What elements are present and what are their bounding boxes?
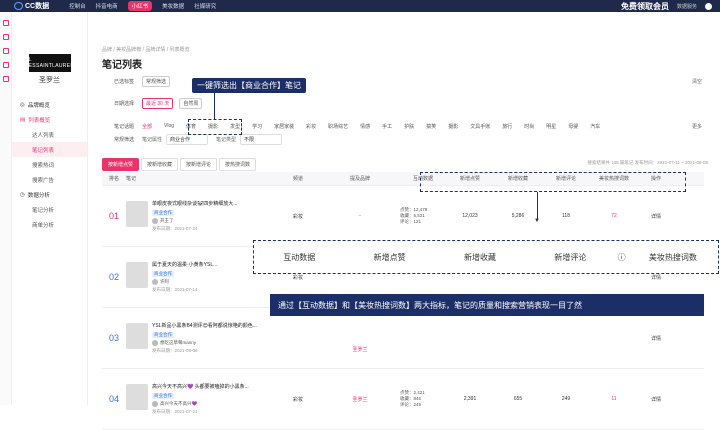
topic-item[interactable]: 家居家装	[274, 123, 294, 130]
overview-icon: ◎	[20, 101, 25, 108]
rail-list-icon[interactable]	[3, 34, 9, 40]
topic-item[interactable]: Vlog	[164, 123, 174, 129]
filter-date: 日期选择 最近 30 天 自然周	[102, 96, 702, 110]
note-title[interactable]: 单眼皮夜式眼线杂谈🐼四步精细放大...	[152, 201, 237, 208]
app-logo[interactable]: CC数据	[14, 1, 49, 11]
brand-name: 圣罗兰	[39, 77, 60, 84]
user-avatar[interactable]	[705, 2, 712, 10]
top-nav-bar: CC数据 控制台 抖音电商 小红书 美妆数据 社媒研究 免费领取会员 数据服务	[0, 0, 720, 12]
nav-beauty[interactable]: 美妆数据	[162, 2, 184, 10]
left-icon-rail	[0, 12, 12, 405]
result-meta: 搜索结果共 105 篇笔记 发布时间：2021-07-11 ~ 2021-08-…	[587, 160, 708, 165]
detail-link[interactable]: 详情	[638, 396, 674, 403]
data-service-link[interactable]: 数据服务	[677, 3, 697, 10]
topic-item[interactable]: 情感	[360, 123, 370, 130]
topic-item[interactable]: 手工	[382, 123, 392, 130]
topic-item[interactable]: 搞笑	[426, 123, 436, 130]
nav-xiaohongshu[interactable]: 小红书	[127, 1, 153, 11]
note-thumbnail[interactable]	[126, 383, 148, 410]
detail-link[interactable]: 详情	[638, 335, 674, 342]
clear-button[interactable]: 清空	[692, 78, 702, 85]
sidebar-item-note-analysis[interactable]: 笔记分析	[12, 202, 87, 217]
topic-item[interactable]: 汽车	[590, 123, 600, 130]
table-row[interactable]: 01 单眼皮夜式眼线杂谈🐼四步精细放大... 商业合作 开王了 发布日期：202…	[102, 186, 704, 247]
rail-home-icon[interactable]	[3, 20, 9, 26]
topic-item[interactable]: 文具手账	[470, 123, 490, 130]
callout-metrics-summary: 通过【互动数据】和【美妆热搜词数】两大指标，笔记的质量和搜索营销表现一目了然	[270, 294, 704, 316]
author-avatar	[152, 217, 158, 224]
topic-item[interactable]: 职场综艺	[328, 123, 348, 130]
brand-logo: YSL YVESSAINTLAURENT	[21, 54, 77, 72]
rail-search-icon[interactable]	[3, 62, 9, 68]
zoomed-metric-header: 互动数据 新增点赞 新增收藏 新增评论 ⓘ 美妆热搜词数	[253, 240, 719, 274]
topic-item[interactable]: 彩妆	[306, 123, 316, 130]
table-row[interactable]: 03 YSL新品小黑条B4测评😍看阿都说惊艳的颜色... 商业合作 想吃这草莓m…	[102, 308, 704, 369]
sidebar-item-order-analysis[interactable]: 商单分析	[12, 217, 87, 232]
sort-tabs: 按新增点赞 按新增收藏 按新增评论 按热搜词数	[102, 158, 257, 171]
sidebar-item-influencers[interactable]: 达人列表	[12, 127, 87, 142]
rail-heart-icon[interactable]	[3, 76, 9, 82]
note-title[interactable]: 属于夏天的温柔·小黄条YSL...	[152, 262, 217, 269]
topic-item[interactable]: 摄影	[448, 123, 458, 130]
note-title[interactable]: 高兴今天不高兴💜 头都要被嗑掉的小黑条...	[152, 384, 249, 391]
topic-item[interactable]: 时尚	[524, 123, 534, 130]
detail-link[interactable]: 详情	[638, 274, 674, 281]
nav-console[interactable]: 控制台	[69, 2, 86, 10]
note-thumbnail[interactable]	[126, 261, 148, 288]
commercial-badge: 商业合作	[152, 270, 174, 277]
table-row[interactable]: 04 高兴今天不高兴💜 头都要被嗑掉的小黑条... 商业合作 高兴今天不高兴💜 …	[102, 369, 704, 430]
author-avatar	[152, 400, 158, 407]
sidebar-item-hot-search[interactable]: 搜索热词	[12, 157, 87, 172]
vip-banner[interactable]: 免费领取会员	[621, 1, 669, 12]
note-title[interactable]: YSL新品小黑条B4测评😍看阿都说惊艳的颜色...	[152, 323, 257, 330]
callout-commercial: 一键筛选出【商业合作】笔记	[192, 78, 306, 93]
date-last30-button[interactable]: 最近 30 天	[142, 97, 174, 109]
note-attribute-select[interactable]: 商业合作	[166, 133, 209, 145]
tab-sort-likes[interactable]: 按新增点赞	[102, 158, 140, 171]
callout-pointer-line-2	[537, 192, 538, 220]
nav-douyin[interactable]: 抖音电商	[96, 2, 118, 10]
tab-sort-comments[interactable]: 按新增评论	[180, 158, 218, 171]
topic-all[interactable]: 全部	[142, 123, 152, 130]
sidebar-item-brand-overview[interactable]: ◎ 品牌概览	[12, 97, 87, 112]
sidebar-item-search-ads[interactable]: 搜索广告	[12, 172, 87, 187]
commercial-badge: 商业合作	[152, 331, 174, 338]
date-natural-week-button[interactable]: 自然周	[179, 97, 203, 109]
breadcrumb[interactable]: 品牌 / 美妆品牌榜 / 品牌详情 / 列表概览	[102, 46, 190, 53]
note-thumbnail[interactable]	[126, 322, 148, 349]
note-thumbnail[interactable]	[126, 200, 148, 227]
sidebar: YSL YVESSAINTLAURENT 圣罗兰 ◎ 品牌概览 ▤ 列表概览 达人列…	[12, 12, 88, 405]
nav-social[interactable]: 社媒研究	[194, 2, 216, 10]
commercial-badge: 商业合作	[152, 209, 174, 216]
topic-item[interactable]: 护肤	[404, 123, 414, 130]
rail-chart-icon[interactable]	[3, 48, 9, 54]
topic-item[interactable]: 母婴	[568, 123, 578, 130]
help-icon: ⓘ	[617, 252, 626, 262]
tab-sort-hotwords[interactable]: 按热搜词数	[219, 158, 257, 171]
callout-pointer-line	[214, 92, 215, 119]
list-icon: ▤	[20, 116, 26, 123]
author-avatar	[152, 278, 158, 285]
commercial-badge: 商业合作	[152, 392, 174, 399]
tag-common-filter[interactable]: 常规筛选	[142, 75, 171, 87]
sidebar-item-list-overview[interactable]: ▤ 列表概览	[12, 112, 87, 127]
logo-icon	[14, 2, 23, 10]
topic-item[interactable]: 明星	[546, 123, 556, 130]
page-title: 笔记列表	[102, 60, 142, 71]
note-type-select[interactable]: 不限	[240, 133, 283, 145]
detail-link[interactable]: 详情	[638, 213, 674, 220]
arrow-down-icon: ▼	[534, 218, 540, 224]
tab-sort-favorites[interactable]: 按新增收藏	[141, 158, 179, 171]
author-avatar	[152, 339, 158, 346]
highlight-box-metrics	[420, 172, 686, 192]
sidebar-item-notes[interactable]: 笔记列表	[12, 142, 87, 157]
highlight-box-commercial	[188, 119, 242, 135]
topic-item[interactable]: 学习	[252, 123, 262, 130]
analysis-icon: ◷	[20, 191, 25, 198]
main-content: 品牌 / 美妆品牌榜 / 品牌详情 / 列表概览 笔记列表 已选标签 常规筛选 …	[88, 12, 720, 430]
more-topics-button[interactable]: 更多	[692, 123, 702, 130]
topic-item[interactable]: 旅行	[502, 123, 512, 130]
sidebar-item-analysis[interactable]: ◷ 数据分析	[12, 187, 87, 202]
